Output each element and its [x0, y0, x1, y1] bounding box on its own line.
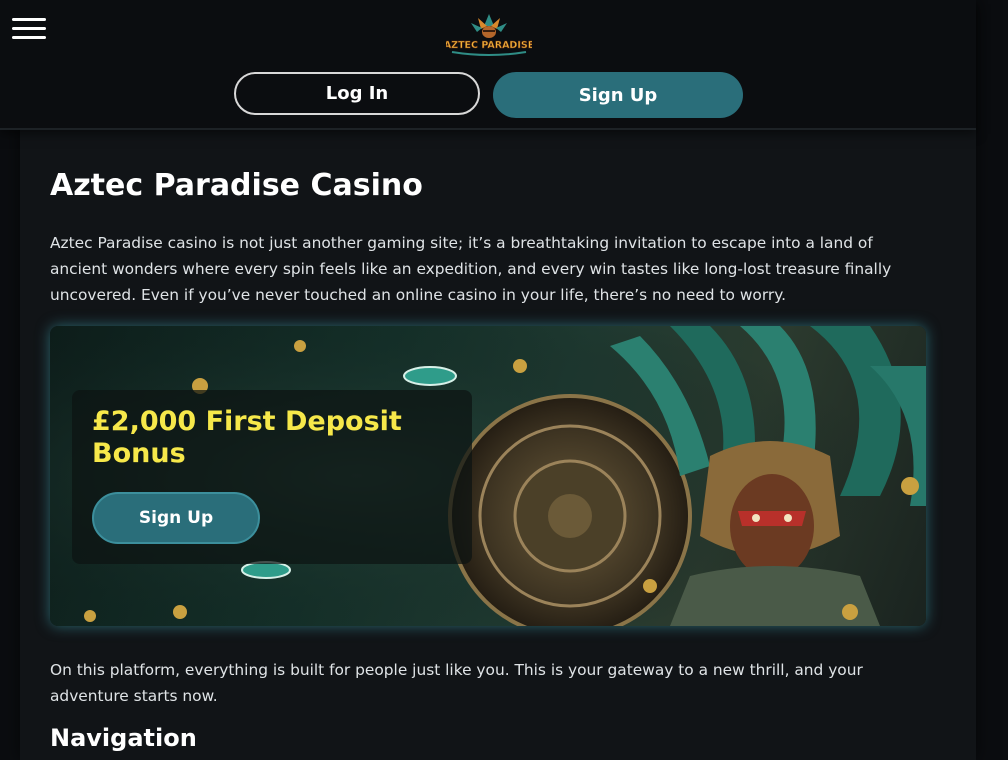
top-header: AZTEC PARADISE Log In Sign Up — [0, 0, 976, 130]
page-title: Aztec Paradise Casino — [50, 168, 423, 203]
navigation-heading: Navigation — [50, 724, 197, 752]
logo-text: AZTEC PARADISE — [446, 40, 532, 51]
aztec-paradise-logo[interactable]: AZTEC PARADISE — [444, 12, 534, 60]
intro-paragraph: Aztec Paradise casino is not just anothe… — [50, 234, 892, 304]
bonus-banner[interactable]: £2,000 First Deposit Bonus Sign Up — [50, 326, 926, 626]
bonus-title: £2,000 First Deposit Bonus — [92, 406, 402, 469]
signup-button-header[interactable]: Sign Up — [493, 72, 743, 118]
outro-paragraph: On this platform, everything is built fo… — [50, 661, 863, 705]
signup-button-banner[interactable]: Sign Up — [92, 492, 260, 544]
login-button[interactable]: Log In — [234, 72, 480, 115]
hamburger-menu-icon[interactable] — [12, 18, 46, 44]
